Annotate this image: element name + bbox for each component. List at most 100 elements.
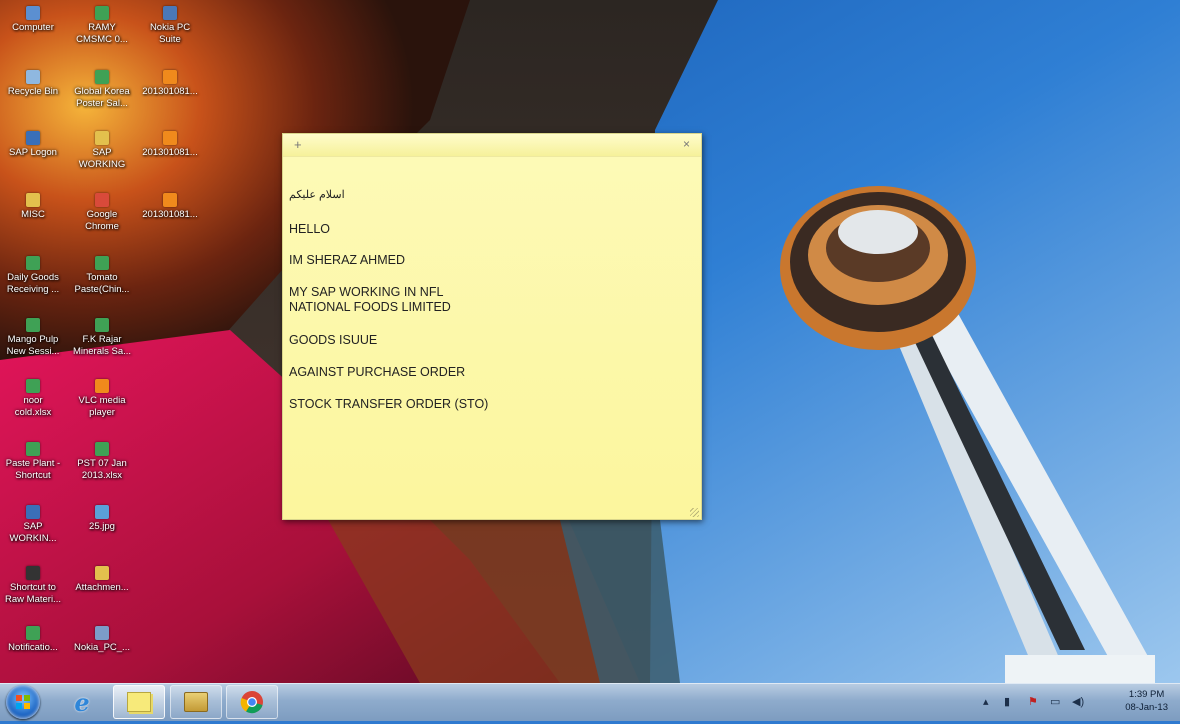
desktop-icon[interactable]: Tomato Paste(Chin... bbox=[69, 256, 135, 296]
desktop-icon-label: 201301081... bbox=[142, 86, 198, 97]
excel-icon bbox=[95, 256, 109, 270]
desktop-icon[interactable]: F.K Rajar Minerals Sa... bbox=[69, 318, 135, 358]
desktop-icon[interactable]: RAMY CMSMC 0... bbox=[69, 6, 135, 46]
desktop-icon[interactable]: Nokia_PC_... bbox=[69, 626, 135, 654]
desktop-icon-label: PST 07 Jan 2013.xlsx bbox=[77, 458, 127, 481]
desktop-icon[interactable]: SAP Logon bbox=[0, 131, 66, 159]
clock-time: 1:39 PM bbox=[1128, 689, 1165, 700]
desktop-icon-label: MISC bbox=[21, 209, 45, 220]
desktop-icon[interactable]: 201301081... bbox=[137, 193, 203, 221]
desktop-icon-label: Shortcut to Raw Materi... bbox=[5, 582, 61, 605]
computer-icon bbox=[26, 6, 40, 20]
desktop-icon[interactable]: Recycle Bin bbox=[0, 70, 66, 98]
note-line-company: MY SAP WORKING IN NFL NATIONAL FOODS LIM… bbox=[289, 285, 451, 314]
desktop-icon[interactable]: Notificatio... bbox=[0, 626, 66, 654]
note-line-sto: STOCK TRANSFER ORDER (STO) bbox=[289, 397, 489, 411]
desktop-icon[interactable]: VLC media player bbox=[69, 379, 135, 419]
system-clock[interactable]: 1:39 PM 08-Jan-13 bbox=[1125, 688, 1168, 714]
desktop-icon[interactable]: noor cold.xlsx bbox=[0, 379, 66, 419]
desktop-icon[interactable]: Attachmen... bbox=[69, 566, 135, 594]
excel-icon bbox=[95, 318, 109, 332]
taskbar-internet-explorer[interactable]: e bbox=[56, 685, 108, 719]
vlc-icon bbox=[163, 70, 177, 84]
desktop-icon[interactable]: Paste Plant - Shortcut bbox=[0, 442, 66, 482]
desktop-icon[interactable]: SAP WORKIN... bbox=[0, 505, 66, 545]
volume-icon[interactable]: ◀) bbox=[1072, 695, 1084, 708]
desktop-icon-label: noor cold.xlsx bbox=[14, 395, 52, 418]
desktop-icon[interactable]: PST 07 Jan 2013.xlsx bbox=[69, 442, 135, 482]
desktop-icon-label: Notificatio... bbox=[8, 642, 58, 653]
taskbar-sticky-notes[interactable] bbox=[113, 685, 165, 719]
folder-icon bbox=[95, 131, 109, 145]
desktop-icon[interactable]: 25.jpg bbox=[69, 505, 135, 533]
excel-icon bbox=[26, 626, 40, 640]
desktop-icon-label: Google Chrome bbox=[85, 209, 119, 232]
desktop-icon-label: Mango Pulp New Sessi... bbox=[6, 334, 60, 357]
note-line-greeting: اسلام علیکم bbox=[289, 189, 345, 201]
desktop-icon-label: Recycle Bin bbox=[7, 86, 59, 97]
chrome-icon bbox=[240, 691, 263, 714]
chrome-icon bbox=[95, 193, 109, 207]
desktop-icon-label: SAP Logon bbox=[9, 147, 57, 158]
vlc-icon bbox=[163, 193, 177, 207]
desktop-icon-label: F.K Rajar Minerals Sa... bbox=[72, 334, 132, 357]
desktop-icon[interactable]: MISC bbox=[0, 193, 66, 221]
folder-icon bbox=[26, 193, 40, 207]
document-icon bbox=[95, 6, 109, 20]
sticky-notes-icon bbox=[127, 692, 151, 712]
excel-icon bbox=[26, 318, 40, 332]
sticky-note-window[interactable]: + × اسلام علیکم HELLO IM SHERAZ AHMED MY… bbox=[282, 133, 702, 520]
taskbar-google-chrome[interactable] bbox=[226, 685, 278, 719]
show-hidden-icons-arrow[interactable]: ▴ bbox=[983, 695, 989, 708]
excel-icon bbox=[95, 442, 109, 456]
desktop-icon-label: VLC media player bbox=[78, 395, 126, 418]
shortcut-icon bbox=[26, 566, 40, 580]
vlc-icon bbox=[95, 379, 109, 393]
sap-icon bbox=[26, 131, 40, 145]
desktop-icon-label: Attachmen... bbox=[75, 582, 129, 593]
desktop-icon-label: Computer bbox=[12, 22, 54, 33]
desktop-icon[interactable]: 201301081... bbox=[137, 70, 203, 98]
desktop-icon-label: 201301081... bbox=[142, 209, 198, 220]
excel-icon bbox=[26, 379, 40, 393]
add-note-icon[interactable]: + bbox=[294, 137, 302, 152]
installer-icon bbox=[95, 626, 109, 640]
desktop-icon[interactable]: Mango Pulp New Sessi... bbox=[0, 318, 66, 358]
note-line-hello: HELLO bbox=[289, 222, 330, 236]
desktop-icon-label: Nokia_PC_... bbox=[74, 642, 130, 653]
desktop-icon-label: 201301081... bbox=[142, 147, 198, 158]
desktop-icon-label: Global Korea Poster Sal... bbox=[74, 86, 130, 109]
desktop-icon[interactable]: SAP WORKING bbox=[69, 131, 135, 171]
note-line-purchase-order: AGAINST PURCHASE ORDER bbox=[289, 365, 466, 379]
windows-logo-icon bbox=[16, 695, 30, 709]
desktop-icon[interactable]: 201301081... bbox=[137, 131, 203, 159]
sticky-note-title-bar[interactable]: + × bbox=[283, 134, 701, 157]
excel-icon bbox=[95, 70, 109, 84]
desktop-icon[interactable]: Computer bbox=[0, 6, 66, 34]
clock-date: 08-Jan-13 bbox=[1125, 702, 1168, 713]
desktop-icon[interactable]: Google Chrome bbox=[69, 193, 135, 233]
desktop-icon[interactable]: Daily Goods Receiving ... bbox=[0, 256, 66, 296]
excel-icon bbox=[26, 442, 40, 456]
start-button[interactable] bbox=[6, 685, 40, 719]
taskbar-windows-explorer[interactable] bbox=[170, 685, 222, 719]
internet-explorer-icon: e bbox=[74, 687, 90, 717]
resize-grip-icon[interactable] bbox=[690, 508, 699, 517]
desktop-icon-label: Paste Plant - Shortcut bbox=[5, 458, 61, 481]
close-icon[interactable]: × bbox=[683, 137, 690, 151]
desktop-icon-label: Daily Goods Receiving ... bbox=[6, 272, 60, 295]
document-icon bbox=[26, 505, 40, 519]
vlc-icon bbox=[163, 131, 177, 145]
note-line-goods-issue: GOODS ISUUE bbox=[289, 333, 378, 347]
desktop-icon-label: Nokia PC Suite bbox=[149, 22, 191, 45]
action-center-flag-icon[interactable]: ⚑ bbox=[1028, 695, 1038, 708]
desktop-icon[interactable]: Nokia PC Suite bbox=[137, 6, 203, 46]
desktop-icon-label: Tomato Paste(Chin... bbox=[74, 272, 130, 295]
note-line-name: IM SHERAZ AHMED bbox=[289, 253, 405, 267]
folder-icon bbox=[95, 566, 109, 580]
display-icon[interactable]: ▭ bbox=[1050, 695, 1060, 708]
network-icon[interactable]: ▮ bbox=[1004, 695, 1010, 708]
nokia-icon bbox=[163, 6, 177, 20]
desktop-icon[interactable]: Global Korea Poster Sal... bbox=[69, 70, 135, 110]
desktop-icon[interactable]: Shortcut to Raw Materi... bbox=[0, 566, 66, 606]
